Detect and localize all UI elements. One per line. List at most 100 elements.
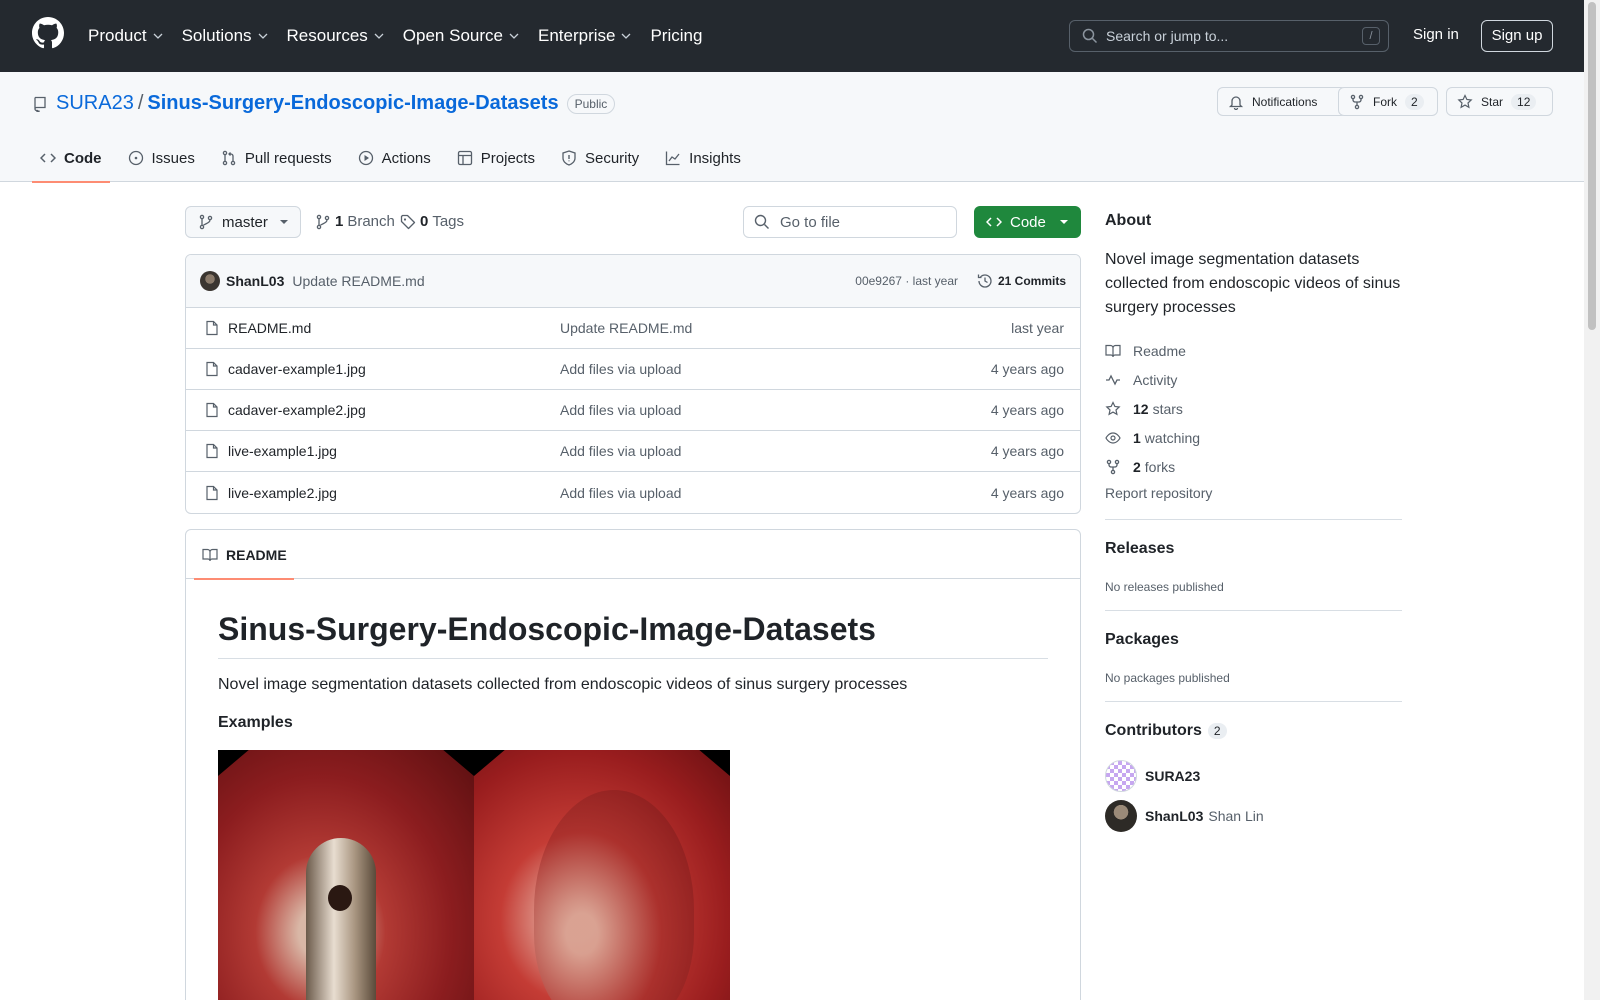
tab-security[interactable]: Security: [553, 134, 647, 182]
chevron-down-icon: [374, 33, 384, 39]
notifications-button[interactable]: Notifications: [1217, 87, 1347, 116]
file-row[interactable]: README.md Update README.md last year: [186, 308, 1080, 349]
file-name[interactable]: cadaver-example1.jpg: [228, 361, 366, 377]
chevron-down-icon: [622, 33, 631, 39]
code-button[interactable]: Code: [974, 206, 1081, 238]
star-count: 12: [1511, 93, 1537, 110]
watchers-link[interactable]: 1 watching: [1105, 423, 1402, 452]
table-icon: [457, 150, 472, 166]
contributor-login: SURA23: [1145, 768, 1201, 784]
visibility-badge: Public: [566, 93, 616, 114]
global-nav: Product Solutions Resources Open Source …: [88, 0, 721, 72]
nav-product[interactable]: Product: [88, 26, 163, 46]
repo-owner-link[interactable]: SURA23: [56, 92, 134, 115]
tags-link[interactable]: 0 Tags: [400, 213, 464, 230]
tab-actions[interactable]: Actions: [350, 134, 439, 182]
issue-icon: [128, 150, 143, 166]
file-row[interactable]: live-example2.jpg Add files via upload 4…: [186, 472, 1080, 513]
file-icon: [206, 485, 218, 500]
branch-selector[interactable]: master: [185, 206, 301, 238]
file-age: last year: [1011, 320, 1064, 336]
tab-code[interactable]: Code: [32, 134, 110, 183]
tab-insights[interactable]: Insights: [657, 134, 749, 182]
tab-pull-requests[interactable]: Pull requests: [213, 134, 340, 182]
page-scrollbar[interactable]: [1584, 0, 1600, 1000]
file-name[interactable]: live-example2.jpg: [228, 485, 337, 501]
file-icon: [206, 443, 218, 459]
nav-solutions[interactable]: Solutions: [182, 26, 268, 46]
file-name[interactable]: README.md: [228, 320, 311, 336]
scrollbar-thumb[interactable]: [1588, 2, 1596, 330]
repo-tabs: Code Issues Pull requests Actions Projec…: [32, 134, 759, 183]
commit-message[interactable]: Update README.md: [292, 273, 424, 289]
cadaver-example-image[interactable]: [218, 750, 474, 1000]
repo-separator: /: [137, 92, 144, 114]
go-to-file-input[interactable]: Go to file: [743, 206, 957, 238]
contributors-count: 2: [1207, 722, 1227, 739]
forks-link[interactable]: 2 forks: [1105, 452, 1402, 481]
readme-link[interactable]: Readme: [1105, 336, 1402, 365]
activity-link[interactable]: Activity: [1105, 365, 1402, 394]
sidebar-divider: [1105, 701, 1402, 702]
contributor-name: Shan Lin: [1208, 808, 1264, 824]
global-header: Product Solutions Resources Open Source …: [0, 0, 1584, 72]
commit-hash-time[interactable]: 00e9267 · last year: [855, 274, 958, 288]
chevron-down-icon: [153, 33, 163, 39]
repo-name-link[interactable]: Sinus-Surgery-Endoscopic-Image-Datasets: [147, 92, 558, 115]
tab-issues[interactable]: Issues: [120, 134, 203, 182]
file-name[interactable]: cadaver-example2.jpg: [228, 402, 366, 418]
avatar[interactable]: [200, 271, 220, 291]
code-icon: [40, 153, 56, 163]
file-row[interactable]: cadaver-example2.jpg Add files via uploa…: [186, 390, 1080, 431]
star-icon: [1457, 93, 1473, 108]
sign-in-link[interactable]: Sign in: [1413, 26, 1459, 43]
commit-author[interactable]: ShanL03: [226, 273, 284, 289]
sign-up-button[interactable]: Sign up: [1481, 20, 1553, 52]
readme-tab[interactable]: README: [194, 530, 294, 580]
branches-link[interactable]: 1 Branch: [315, 213, 395, 230]
releases-heading[interactable]: Releases: [1105, 540, 1174, 558]
contributor-item[interactable]: ShanL03 Shan Lin: [1105, 800, 1264, 832]
file-name[interactable]: live-example1.jpg: [228, 443, 337, 459]
live-example-image[interactable]: [474, 750, 730, 1000]
nav-enterprise[interactable]: Enterprise: [538, 26, 631, 46]
file-commit-message[interactable]: Add files via upload: [560, 402, 681, 418]
search-input[interactable]: Search or jump to... /: [1069, 20, 1389, 52]
readme-title: Sinus-Surgery-Endoscopic-Image-Datasets: [218, 611, 1048, 659]
nav-open-source[interactable]: Open Source: [403, 26, 519, 46]
fork-button[interactable]: Fork 2: [1338, 87, 1438, 116]
nav-resources[interactable]: Resources: [287, 26, 384, 46]
bell-icon: [1228, 95, 1244, 110]
contributor-item[interactable]: SURA23: [1105, 760, 1205, 792]
star-button[interactable]: Star 12: [1446, 87, 1553, 116]
examples-heading: Examples: [218, 714, 293, 731]
releases-empty: No releases published: [1105, 580, 1224, 594]
book-icon: [1105, 344, 1121, 357]
report-repository-link[interactable]: Report repository: [1105, 485, 1212, 501]
file-commit-message[interactable]: Add files via upload: [560, 443, 681, 459]
avatar: [1105, 800, 1137, 832]
file-icon: [206, 402, 218, 418]
contributors-heading[interactable]: Contributors 2: [1105, 722, 1227, 740]
fork-count: 2: [1405, 93, 1424, 110]
stars-link[interactable]: 12 stars: [1105, 394, 1402, 423]
packages-heading[interactable]: Packages: [1105, 631, 1179, 649]
book-icon: [202, 548, 218, 561]
fork-icon: [1350, 94, 1364, 109]
about-heading: About: [1105, 212, 1152, 229]
code-icon: [986, 217, 1002, 227]
tab-projects[interactable]: Projects: [449, 134, 543, 182]
file-commit-message[interactable]: Update README.md: [560, 320, 692, 336]
file-commit-message[interactable]: Add files via upload: [560, 361, 681, 377]
github-logo-icon[interactable]: [32, 17, 64, 49]
commits-link[interactable]: 21 Commits: [977, 273, 1066, 289]
file-row[interactable]: cadaver-example1.jpg Add files via uploa…: [186, 349, 1080, 390]
readme-content: Sinus-Surgery-Endoscopic-Image-Datasets …: [186, 579, 1080, 1000]
caret-down-icon: [279, 220, 288, 224]
star-icon: [1105, 400, 1121, 415]
nav-pricing[interactable]: Pricing: [650, 26, 702, 46]
file-icon: [206, 361, 218, 377]
file-commit-message[interactable]: Add files via upload: [560, 485, 681, 501]
file-row[interactable]: live-example1.jpg Add files via upload 4…: [186, 431, 1080, 472]
contributor-login: ShanL03: [1145, 808, 1204, 824]
